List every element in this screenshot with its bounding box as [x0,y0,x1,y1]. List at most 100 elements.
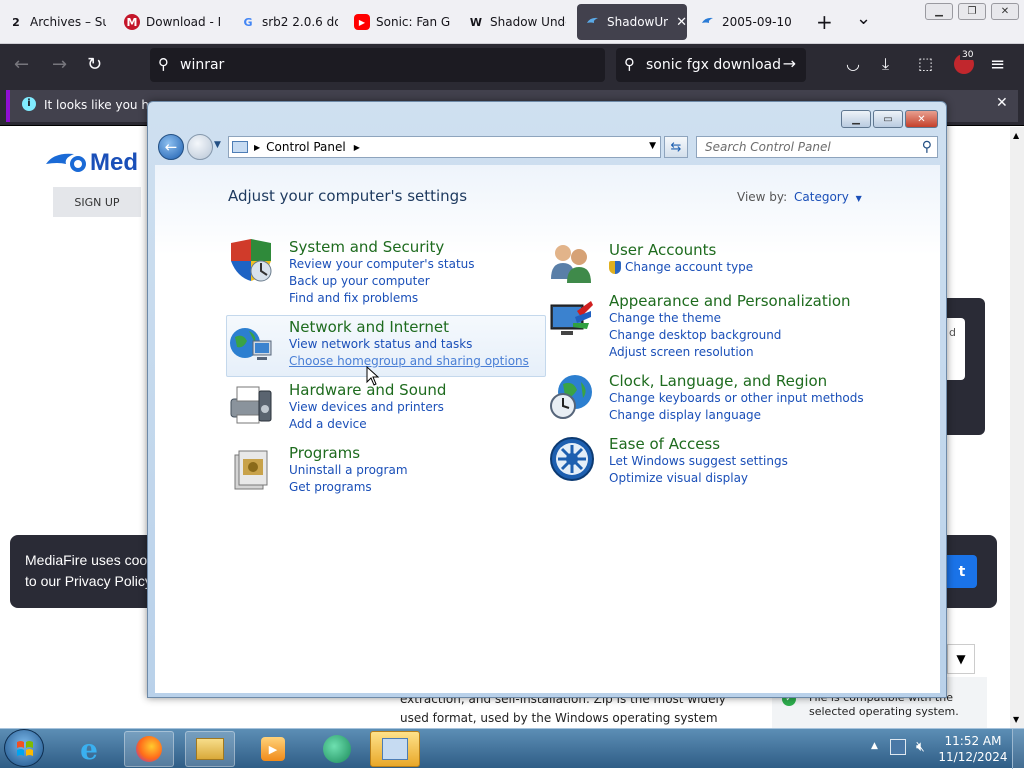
ease-of-access-icon[interactable] [548,435,596,483]
search-bar[interactable]: ⚲ sonic fgx download → [616,48,806,82]
recent-pages-dropdown-icon[interactable]: ▼ [214,140,221,150]
clock-globe-icon[interactable] [547,372,595,420]
programs-link[interactable]: Programs [289,444,408,462]
search-icon[interactable]: ⚲ [922,139,932,155]
taskbar-control-panel-active[interactable] [370,731,420,767]
search-input[interactable]: sonic fgx download [646,57,781,73]
taskbar-explorer[interactable] [185,731,235,767]
backup-link[interactable]: Back up your computer [289,273,475,290]
back-arrow-icon: ← [164,138,178,156]
mediafire-logo[interactable]: Med [44,149,138,177]
printer-icon[interactable] [227,381,275,429]
change-keyboards-link[interactable]: Change keyboards or other input methods [609,390,864,407]
forward-button[interactable] [187,134,213,160]
user-accounts-icon[interactable] [547,239,595,287]
tab-archives[interactable]: 2 Archives – Su [8,4,106,40]
minimize-browser-button[interactable]: ▁ [925,3,953,20]
site-icon [585,14,601,30]
clock[interactable]: 11:52 AM 11/12/2024 [938,733,1008,765]
optimize-visual-display-link[interactable]: Optimize visual display [609,470,788,487]
compat-text-2: selected operating system. [809,705,959,718]
tab-2005-09-10[interactable]: 2005-09-10 So [700,4,796,40]
tab-youtube[interactable]: ▶ Sonic: Fan Ga [354,4,450,40]
view-by-dropdown[interactable]: Category ▼ [794,190,862,204]
tab-wikipedia[interactable]: W Shadow Unde [468,4,566,40]
change-theme-link[interactable]: Change the theme [609,310,851,327]
control-panel-small-icon [232,141,248,153]
taskbar-internet-explorer[interactable]: e [64,731,114,767]
programs-icon[interactable] [227,445,275,493]
get-programs-link[interactable]: Get programs [289,479,408,496]
reload-icon[interactable]: ↻ [87,54,102,75]
close-tab-icon[interactable]: ✕ [676,15,687,30]
pocket-icon[interactable]: ◡ [846,54,860,73]
close-notification-icon[interactable]: ✕ [996,95,1008,111]
search-control-panel-input[interactable]: Search Control Panel ⚲ [696,136,938,158]
extensions-icon[interactable]: ⬚ [918,54,933,73]
signup-button[interactable]: SIGN UP [53,187,141,217]
new-tab-button[interactable]: + [816,10,833,34]
close-browser-button[interactable]: ✕ [991,3,1019,20]
find-fix-problems-link[interactable]: Find and fix problems [289,290,475,307]
address-bar[interactable]: ▶ Control Panel ▶ ▼ [228,136,661,158]
restore-browser-button[interactable]: ❐ [958,3,986,20]
show-hidden-icons[interactable]: ▲ [871,741,878,751]
clock-language-region-link[interactable]: Clock, Language, and Region [609,372,864,390]
view-devices-link[interactable]: View devices and printers [289,399,446,416]
url-input[interactable]: winrar [180,57,224,73]
forward-arrow-icon[interactable]: → [52,54,67,75]
back-button[interactable]: ← [158,134,184,160]
shield-icon[interactable] [227,237,275,285]
taskbar-firefox[interactable] [124,731,174,767]
browser-tab-bar: 2 Archives – Su M Download - M G srb2 2.… [0,0,1024,44]
globe-network-icon[interactable] [227,321,275,369]
dropdown-arrow[interactable]: ▼ [947,644,975,674]
change-display-language-link[interactable]: Change display language [609,407,864,424]
start-button[interactable] [4,729,44,767]
taskbar-media-player[interactable]: ▶ [248,731,298,767]
windows-suggest-settings-link[interactable]: Let Windows suggest settings [609,453,788,470]
page-scrollbar[interactable]: ▲ ▼ [1010,127,1024,730]
appearance-icon[interactable] [547,297,595,345]
tab-label: Download - M [146,15,220,29]
downloads-icon[interactable]: ⤓ [882,54,889,74]
maximize-button[interactable]: ▭ [873,110,903,128]
homegroup-sharing-link[interactable]: Choose homegroup and sharing options [289,353,529,370]
scroll-up-icon[interactable]: ▲ [1013,131,1019,140]
user-accounts-link[interactable]: User Accounts [609,241,753,259]
uninstall-program-link[interactable]: Uninstall a program [289,462,408,479]
address-dropdown-icon[interactable]: ▼ [649,141,656,151]
tab-shadowun-active[interactable]: ShadowUn ✕ [577,4,687,40]
system-security-link[interactable]: System and Security [289,238,475,256]
breadcrumb-arrow-icon[interactable]: ▶ [354,143,360,152]
scroll-down-icon[interactable]: ▼ [1013,715,1019,724]
breadcrumb-arrow-icon[interactable]: ▶ [254,143,260,152]
appearance-personalization-link[interactable]: Appearance and Personalization [609,292,851,310]
accept-cookies-button[interactable]: t [947,555,977,588]
ease-of-access-link[interactable]: Ease of Access [609,435,788,453]
add-device-link[interactable]: Add a device [289,416,446,433]
volume-muted-icon[interactable]: 🔇︎ [916,739,925,755]
menu-icon[interactable]: ≡ [990,54,1005,75]
cookie-text-2: to our Privacy Policy. [25,573,155,589]
close-button[interactable]: ✕ [905,110,938,128]
show-desktop-button[interactable] [1012,729,1024,769]
breadcrumb-control-panel[interactable]: Control Panel [266,140,346,154]
change-desktop-background-link[interactable]: Change desktop background [609,327,851,344]
change-account-type-link[interactable]: Change account type [625,259,753,276]
tab-download[interactable]: M Download - M [124,4,220,40]
list-tabs-button[interactable]: ⌄ [856,8,871,29]
refresh-button[interactable]: ⇆ [664,136,688,158]
tab-google-search[interactable]: G srb2 2.0.6 dow [240,4,338,40]
network-internet-link[interactable]: Network and Internet [289,318,529,336]
adjust-screen-resolution-link[interactable]: Adjust screen resolution [609,344,851,361]
tab-label: 2005-09-10 So [722,15,796,29]
taskbar-app[interactable] [312,731,362,767]
go-arrow-icon[interactable]: → [783,54,796,73]
review-status-link[interactable]: Review your computer's status [289,256,475,273]
view-network-status-link[interactable]: View network status and tasks [289,336,529,353]
back-arrow-icon[interactable]: ← [14,54,29,75]
minimize-button[interactable]: ▁ [841,110,871,128]
network-tray-icon[interactable] [890,739,906,755]
url-bar[interactable]: ⚲ winrar [150,48,605,82]
